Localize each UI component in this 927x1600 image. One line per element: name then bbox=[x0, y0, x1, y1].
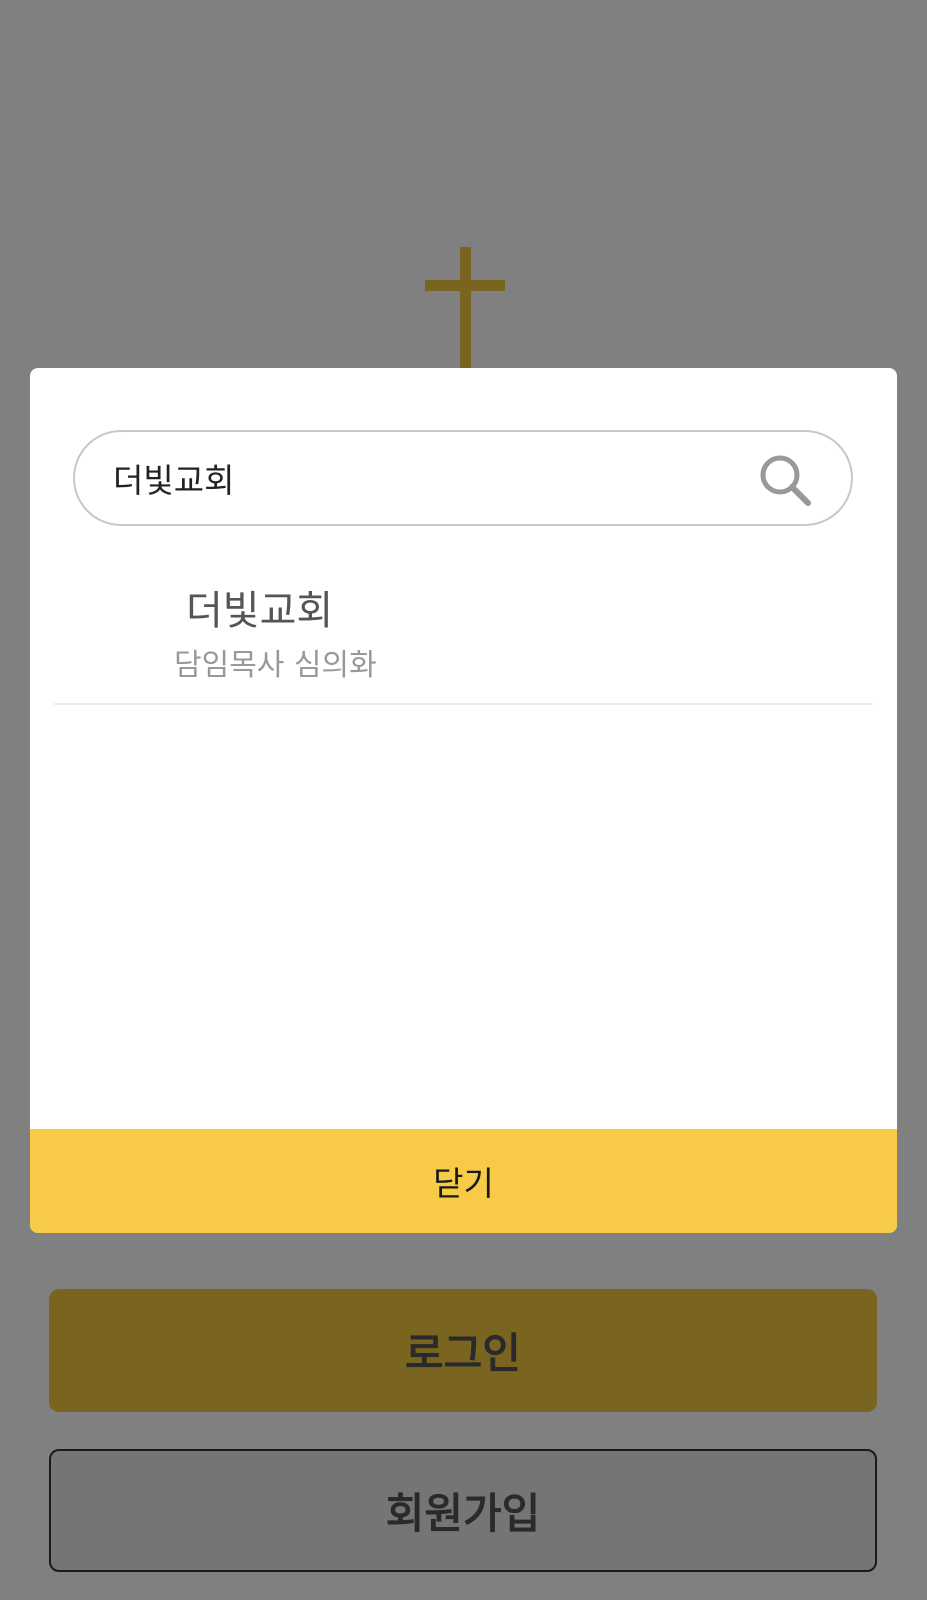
search-bar bbox=[73, 430, 853, 526]
list-item[interactable]: 더빛교회 담임목사 심의화 bbox=[54, 578, 873, 705]
login-button[interactable]: 로그인 bbox=[49, 1289, 877, 1412]
search-icon[interactable] bbox=[757, 452, 813, 508]
church-name: 더빛교회 bbox=[186, 588, 334, 634]
search-input[interactable] bbox=[113, 432, 713, 524]
cross-icon bbox=[425, 247, 505, 387]
signup-button[interactable]: 회원가입 bbox=[49, 1449, 877, 1572]
church-pastor: 담임목사 심의화 bbox=[174, 648, 377, 683]
church-search-modal: 더빛교회 담임목사 심의화 닫기 bbox=[30, 368, 897, 1233]
close-button[interactable]: 닫기 bbox=[30, 1129, 897, 1233]
